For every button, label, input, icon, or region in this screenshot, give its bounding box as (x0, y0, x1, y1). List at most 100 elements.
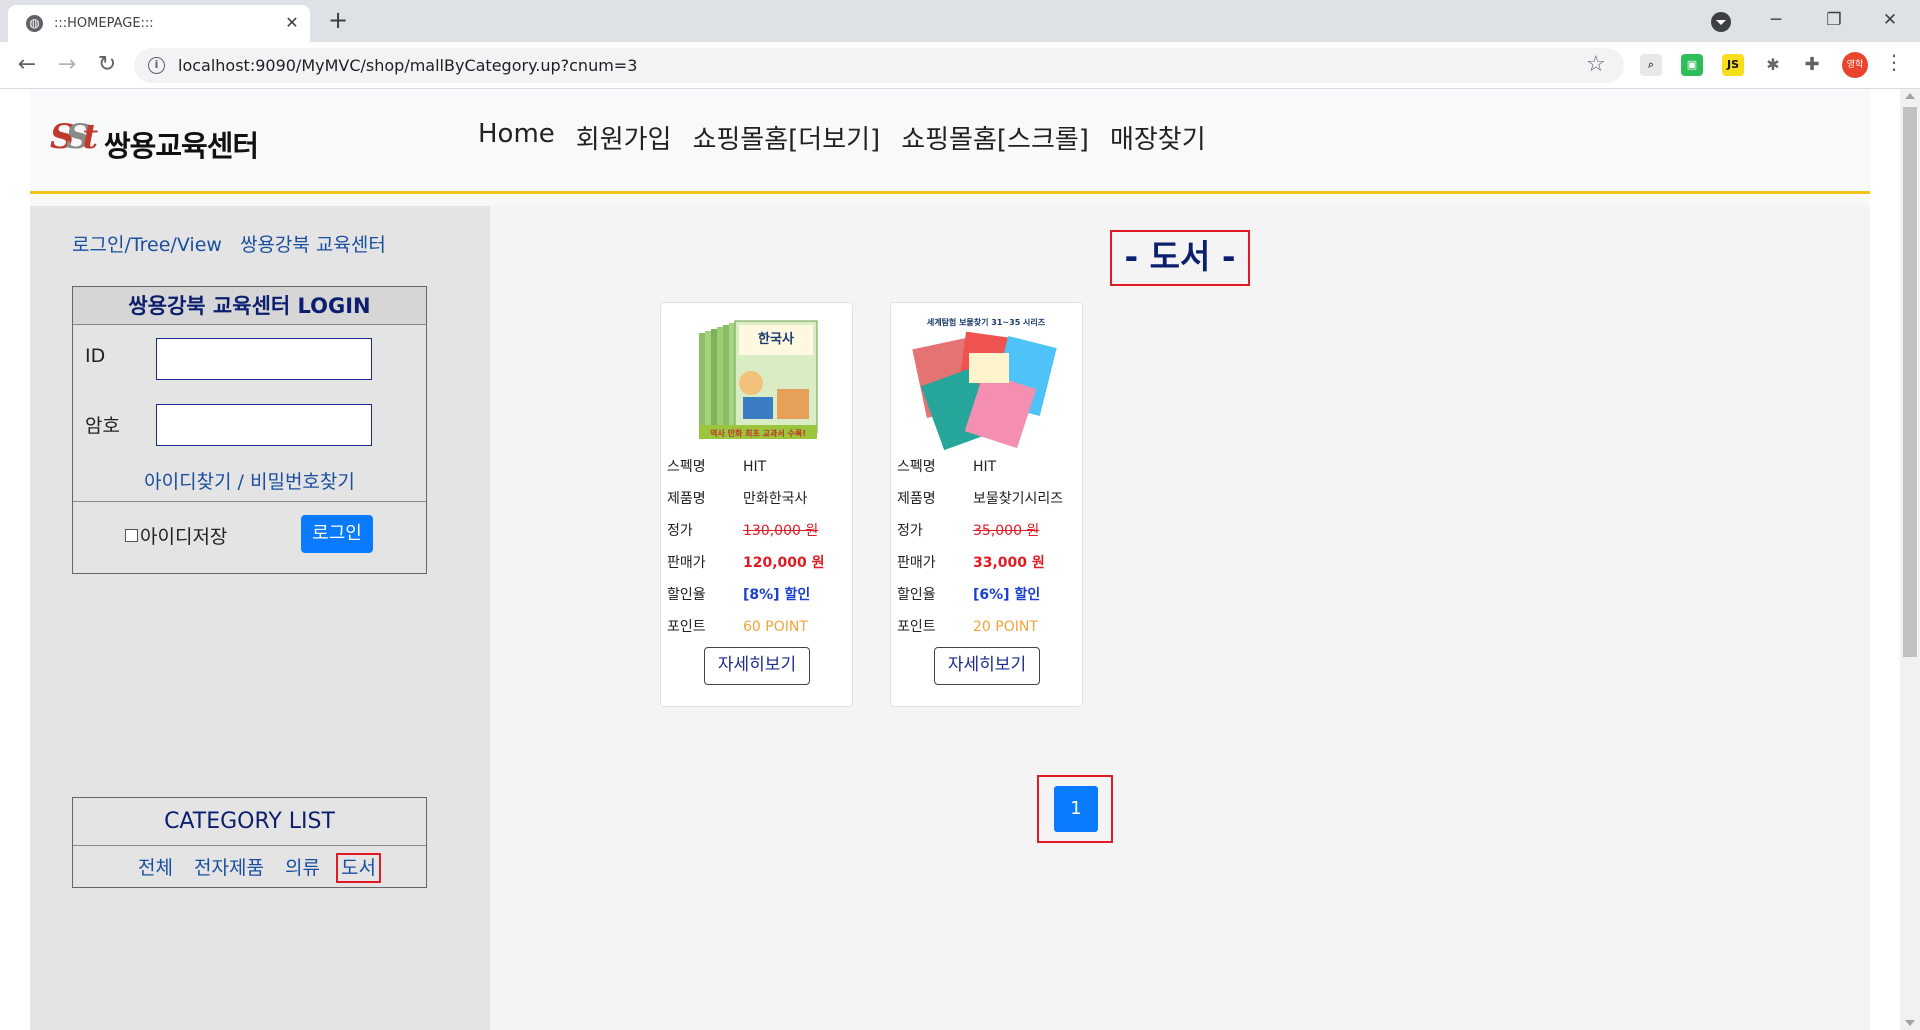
pagination: 1 (1037, 775, 1113, 843)
sidebar-links: 로그인/Tree/View 쌍용강북 교육센터 (72, 230, 398, 257)
id-label: ID (85, 345, 106, 367)
name-row: 제품명 만화한국사 (667, 488, 807, 512)
product-card: 한국사 역사 만화 최초 교과서 수록! 스펙명 HIT 제품명 만화한국사 정가 1… (660, 302, 853, 707)
nav-shop-more[interactable]: 쇼핑몰홈[더보기] (692, 119, 880, 156)
point-value: 60 POINT (743, 619, 808, 635)
price-label: 정가 (667, 523, 693, 539)
product-card: 세계탐험 보물찾기 31~35 시리즈 스펙명 HIT 제품명 보물찾기시리즈 정가… (890, 302, 1083, 707)
forward-button[interactable]: → (50, 48, 84, 82)
sale-value: 120,000 원 (743, 555, 825, 571)
nav-store-finder[interactable]: 매장찾기 (1110, 119, 1206, 156)
address-bar[interactable]: i localhost:9090/MyMVC/shop/mallByCatego… (134, 48, 1624, 83)
point-row: 포인트 20 POINT (897, 616, 1038, 640)
login-button[interactable]: 로그인 (301, 515, 373, 553)
spec-value: HIT (743, 459, 767, 475)
rate-label: 할인율 (897, 587, 936, 603)
extension-search-icon[interactable]: ⌕ (1640, 54, 1662, 76)
extension-js-icon[interactable]: JS (1722, 54, 1744, 76)
site-info-icon[interactable]: i (148, 57, 165, 74)
extension-green-icon[interactable]: ▣ (1681, 54, 1703, 76)
category-items: 전체 전자제품 의류 도서 (135, 853, 388, 883)
password-input[interactable] (156, 404, 372, 446)
find-id-password-link[interactable]: 아이디찾기 / 비밀번호찾기 (73, 467, 426, 494)
point-label: 포인트 (897, 619, 936, 635)
category-box: CATEGORY LIST 전체 전자제품 의류 도서 (72, 797, 427, 888)
category-books[interactable]: 도서 (336, 853, 381, 883)
spec-row: 스펙명 HIT (897, 456, 996, 480)
point-row: 포인트 60 POINT (667, 616, 808, 640)
price-label: 정가 (897, 523, 923, 539)
thumb-caption: 역사 만화 최초 교과서 수록! (710, 428, 806, 438)
new-tab-button[interactable]: + (324, 7, 352, 35)
scroll-thumb[interactable] (1903, 107, 1917, 657)
detail-button[interactable]: 자세히보기 (704, 647, 810, 685)
browser-menu-icon[interactable]: ⋮ (1884, 50, 1904, 74)
nav-home[interactable]: Home (478, 119, 555, 156)
page-viewport: SSt 쌍용교육센터 Home 회원가입 쇼핑몰홈[더보기] 쇼핑몰홈[스크롤]… (0, 89, 1920, 1030)
vertical-scrollbar[interactable] (1900, 89, 1920, 1030)
detail-button[interactable]: 자세히보기 (934, 647, 1040, 685)
sale-label: 판매가 (667, 555, 706, 571)
profile-avatar[interactable]: 영학 (1842, 52, 1868, 78)
password-label: 암호 (85, 415, 120, 437)
extensions-puzzle-icon[interactable]: ✚ (1801, 54, 1823, 76)
site-logo[interactable]: SSt 쌍용교육센터 (50, 117, 290, 163)
product-thumbnail-treasure-series[interactable]: 세계탐험 보물찾기 31~35 시리즈 (896, 313, 1076, 453)
category-title: CATEGORY LIST (73, 798, 426, 846)
point-label: 포인트 (667, 619, 706, 635)
price-value: 35,000 원 (973, 523, 1040, 539)
name-value: 만화한국사 (743, 491, 808, 507)
browser-tab[interactable]: ◍ :::HOMEPAGE::: ✕ (8, 5, 310, 42)
rate-row: 할인율 [6%] 할인 (897, 584, 1040, 608)
tab-title: :::HOMEPAGE::: (54, 16, 154, 31)
reload-button[interactable]: ↻ (90, 48, 124, 82)
name-label: 제품명 (667, 491, 706, 507)
name-value: 보물찾기시리즈 (973, 491, 1064, 507)
spec-row: 스펙명 HIT (667, 456, 766, 480)
back-button[interactable]: ← (10, 48, 44, 82)
minimize-button[interactable]: ─ (1748, 0, 1804, 40)
extension-bug-icon[interactable]: ✱ (1762, 54, 1784, 76)
nav-signup[interactable]: 회원가입 (576, 119, 672, 156)
scroll-up-arrow-icon[interactable] (1905, 93, 1915, 99)
sale-row: 판매가 33,000 원 (897, 552, 1045, 576)
sidebar: 로그인/Tree/View 쌍용강북 교육센터 쌍용강북 교육센터 LOGIN … (30, 206, 490, 1030)
close-window-button[interactable]: ✕ (1862, 0, 1918, 40)
sale-row: 판매가 120,000 원 (667, 552, 825, 576)
category-electronics[interactable]: 전자제품 (191, 855, 267, 881)
globe-icon: ◍ (26, 15, 43, 32)
checkbox-icon[interactable] (125, 529, 138, 542)
rate-value: [6%] 할인 (973, 587, 1041, 603)
scroll-down-arrow-icon[interactable] (1905, 1020, 1915, 1026)
save-id-checkbox[interactable]: 아이디저장 (125, 522, 227, 549)
rate-value: [8%] 할인 (743, 587, 811, 603)
close-tab-icon[interactable]: ✕ (280, 11, 304, 35)
spec-label: 스펙명 (897, 459, 936, 475)
category-heading: - 도서 - (1110, 230, 1250, 286)
sale-value: 33,000 원 (973, 555, 1045, 571)
price-row: 정가 35,000 원 (897, 520, 1039, 544)
price-value: 130,000 원 (743, 523, 819, 539)
center-link[interactable]: 쌍용강북 교육센터 (240, 234, 386, 256)
site-header: SSt 쌍용교육센터 Home 회원가입 쇼핑몰홈[더보기] 쇼핑몰홈[스크롤]… (30, 89, 1870, 194)
category-all[interactable]: 전체 (135, 855, 176, 881)
spec-value: HIT (973, 459, 997, 475)
rate-row: 할인율 [8%] 할인 (667, 584, 810, 608)
restore-button[interactable]: ❐ (1806, 0, 1862, 40)
bookmark-star-icon[interactable]: ☆ (1586, 52, 1606, 77)
name-row: 제품명 보물찾기시리즈 (897, 488, 1063, 512)
url-text[interactable]: localhost:9090/MyMVC/shop/mallByCategory… (178, 56, 637, 75)
spec-label: 스펙명 (667, 459, 706, 475)
sale-label: 판매가 (897, 555, 936, 571)
product-thumbnail-korean-history[interactable]: 한국사 역사 만화 최초 교과서 수록! (681, 313, 831, 453)
page: SSt 쌍용교육센터 Home 회원가입 쇼핑몰홈[더보기] 쇼핑몰홈[스크롤]… (30, 89, 1870, 1030)
id-input[interactable] (156, 338, 372, 380)
main-nav: Home 회원가입 쇼핑몰홈[더보기] 쇼핑몰홈[스크롤] 매장찾기 (478, 119, 1227, 156)
price-row: 정가 130,000 원 (667, 520, 818, 544)
login-divider (73, 501, 426, 502)
page-button-1[interactable]: 1 (1054, 786, 1098, 832)
category-clothing[interactable]: 의류 (282, 855, 323, 881)
tab-search-icon[interactable] (1711, 12, 1731, 32)
nav-shop-scroll[interactable]: 쇼핑몰홈[스크롤] (901, 119, 1089, 156)
login-tree-view-link[interactable]: 로그인/Tree/View (72, 234, 222, 256)
